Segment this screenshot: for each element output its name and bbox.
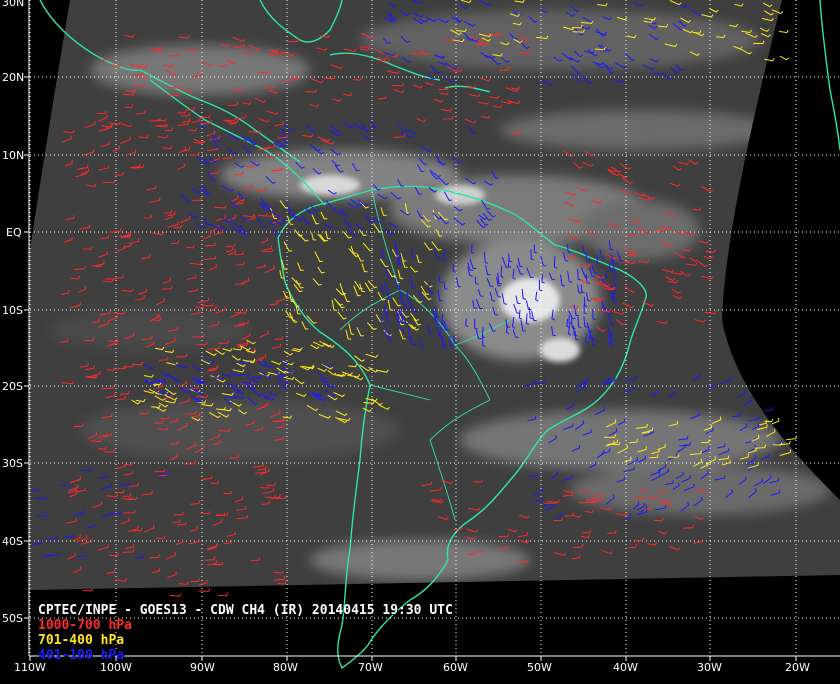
lon-label-90w: 90W [190,661,215,674]
map-caption: CPTEC/INPE - GOES13 - CDW CH4 (IR) 20140… [38,603,453,663]
lon-label-100w: 100W [100,661,132,674]
lon-label-110w: 110W [14,661,46,674]
wind-barb [779,29,789,34]
legend-mid-level: 701-400 hPa [38,633,125,648]
wind-barb [764,406,774,412]
lat-label-10s: 10S [2,304,23,317]
lat-label-10n: 10N [2,149,25,162]
lat-label-40s: 40S [2,535,23,548]
lon-label-50w: 50W [527,661,552,674]
wind-barb [779,55,790,61]
wind-barb [169,593,182,597]
lon-label-60w: 60W [443,661,468,674]
lat-label-20s: 20S [2,380,23,393]
wind-barb [771,417,780,425]
lat-label-30n: 30N [2,0,25,9]
africa-coastline [819,0,840,151]
lat-label-20n: 20N [2,71,25,84]
legend-high-level: 401-100 hPa [38,648,125,663]
satellite-map: 30N 20N 10N EQ 10S 20S 30S 40S 50S 110W … [0,0,840,680]
satellite-image-svg [24,0,840,670]
lon-label-40w: 40W [613,661,638,674]
wind-barb [217,592,229,597]
legend-low-level: 1000-700 hPa [38,618,132,633]
lon-label-30w: 30W [697,661,722,674]
lat-label-30s: 30S [2,457,23,470]
lon-label-80w: 80W [273,661,298,674]
lon-label-70w: 70W [358,661,383,674]
lat-label-eq: EQ [6,226,22,239]
lon-label-20w: 20W [785,661,810,674]
lat-label-50s: 50S [2,612,23,625]
wind-barb [786,435,797,441]
wind-barb [198,588,211,592]
caption-title: CPTEC/INPE - GOES13 - CDW CH4 (IR) 20140… [38,603,453,618]
